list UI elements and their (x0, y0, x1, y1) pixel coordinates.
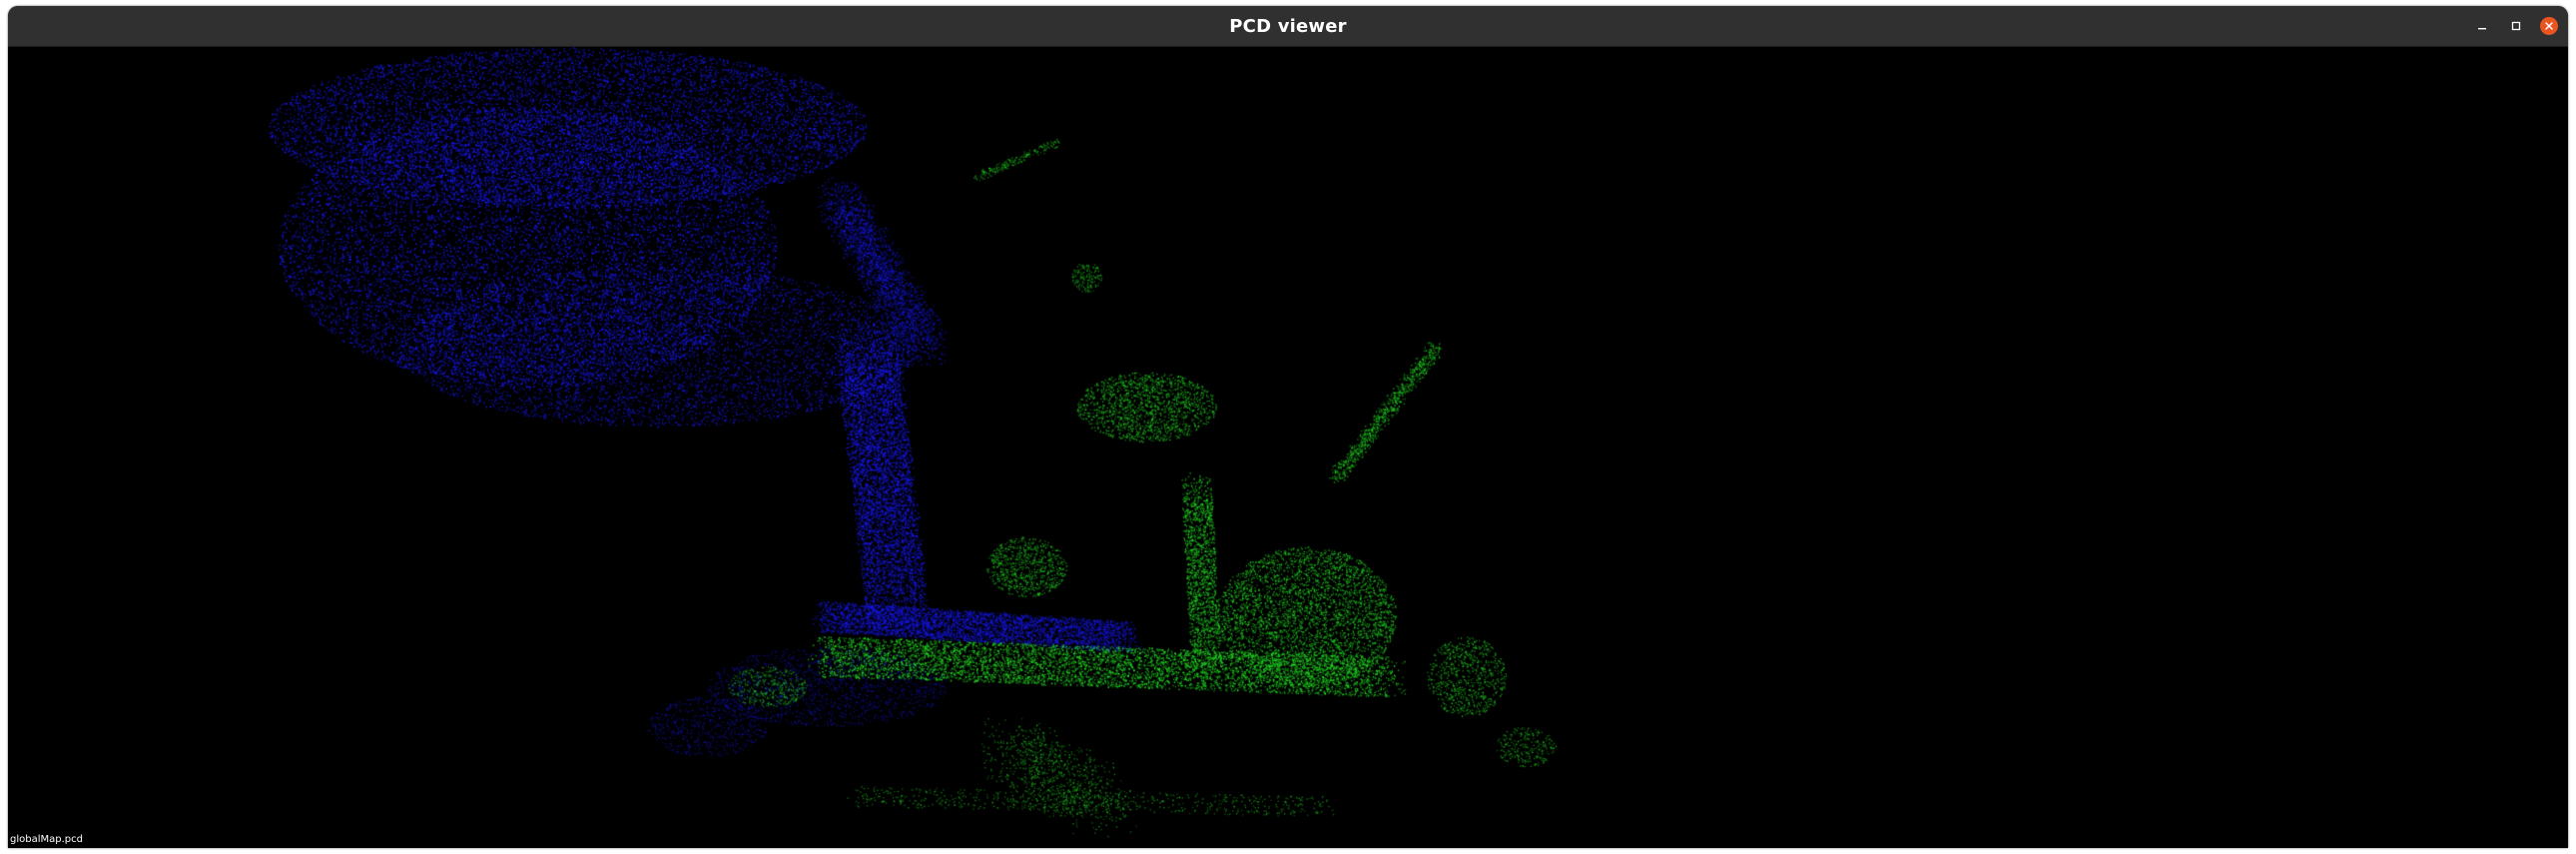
close-button[interactable] (2540, 17, 2558, 35)
minimize-button[interactable] (2472, 16, 2492, 36)
window-controls (2472, 6, 2558, 46)
status-filename: globalMap.pcd (10, 834, 83, 845)
point-cloud-canvas[interactable] (8, 47, 2568, 848)
title-bar[interactable]: PCD viewer (8, 6, 2568, 47)
minimize-icon (2478, 28, 2486, 30)
maximize-button[interactable] (2506, 16, 2526, 36)
maximize-icon (2511, 21, 2521, 31)
point-cloud-viewport[interactable]: globalMap.pcd (8, 47, 2568, 848)
pcd-viewer-window: PCD viewer globalMap.pcd (8, 6, 2568, 848)
window-title: PCD viewer (1229, 15, 1347, 37)
close-icon (2545, 22, 2553, 30)
